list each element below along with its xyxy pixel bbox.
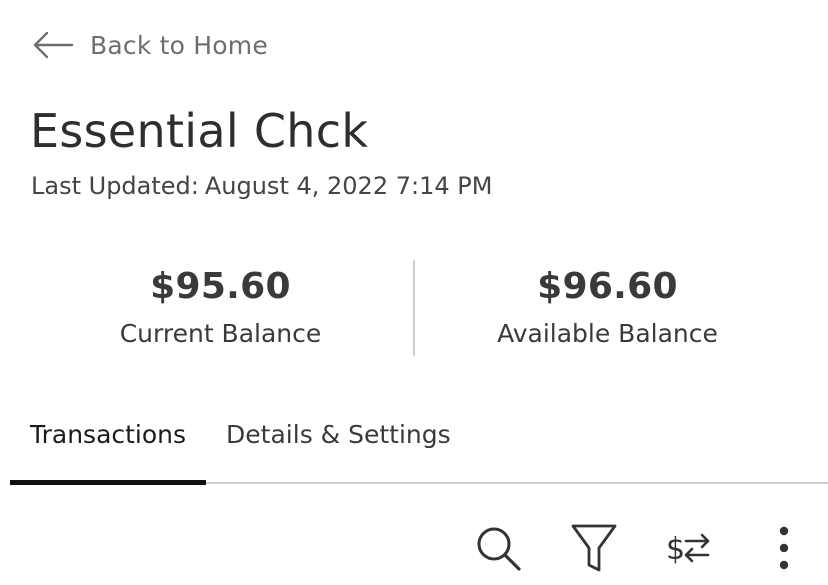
available-balance: $96.60 Available Balance (415, 258, 800, 358)
filter-icon (571, 524, 617, 572)
available-balance-amount: $96.60 (537, 266, 678, 307)
last-updated-label: Last Updated: (31, 172, 199, 200)
transfer-button[interactable]: $ (660, 520, 716, 576)
back-to-home-label: Back to Home (90, 30, 268, 60)
account-tabs: Transactions Details & Settings (10, 410, 828, 485)
last-updated-value: August 4, 2022 7:14 PM (204, 172, 493, 200)
transactions-toolbar: $ (0, 520, 828, 576)
account-title: Essential Chck (30, 104, 369, 158)
current-balance: $95.60 Current Balance (28, 258, 413, 358)
current-balance-amount: $95.60 (150, 266, 291, 307)
search-icon (477, 527, 521, 571)
tab-transactions[interactable]: Transactions (10, 410, 207, 485)
more-vertical-icon (779, 526, 789, 570)
transfer-dollar-icon: $ (666, 532, 710, 567)
last-updated: Last Updated: August 4, 2022 7:14 PM (31, 172, 492, 200)
tab-details-settings[interactable]: Details & Settings (206, 410, 471, 482)
balance-summary: $95.60 Current Balance $96.60 Available … (28, 258, 800, 358)
filter-button[interactable] (566, 520, 622, 576)
more-options-button[interactable] (756, 520, 812, 576)
svg-text:$: $ (666, 532, 685, 567)
search-button[interactable] (470, 520, 526, 576)
back-to-home-link[interactable]: Back to Home (32, 26, 268, 64)
arrow-left-icon (33, 31, 74, 59)
current-balance-label: Current Balance (119, 319, 322, 348)
available-balance-label: Available Balance (497, 319, 718, 348)
